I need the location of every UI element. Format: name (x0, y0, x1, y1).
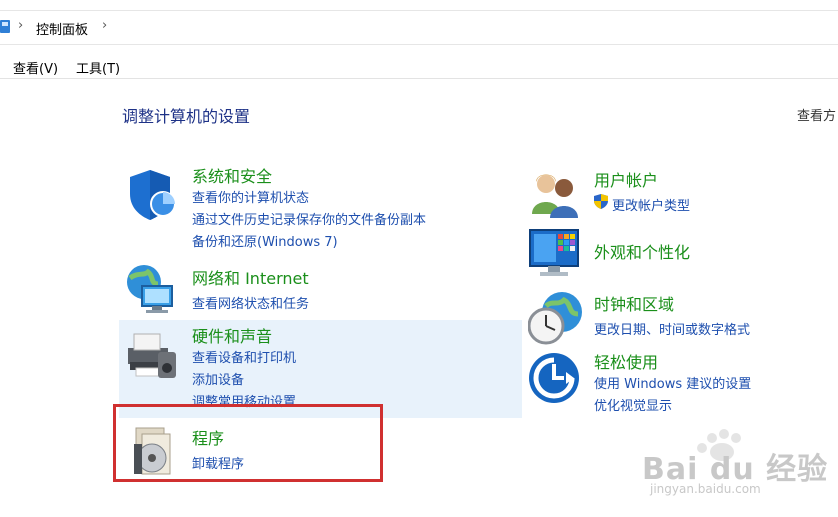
category-title[interactable]: 轻松使用 (594, 349, 658, 373)
category-title[interactable]: 系统和安全 (192, 163, 272, 187)
programs-disc-icon (134, 427, 171, 475)
category-title[interactable]: 网络和 Internet (192, 265, 309, 289)
link-devices-printers[interactable]: 查看设备和打印机 (192, 347, 296, 366)
personalization-monitor-icon (529, 229, 579, 276)
control-panel-icon (0, 20, 10, 33)
link-optimize-visual-display[interactable]: 优化视觉显示 (594, 395, 672, 414)
link-add-device[interactable]: 添加设备 (192, 369, 244, 388)
ease-of-access-icon (529, 353, 579, 403)
link-backup-restore[interactable]: 备份和还原(Windows 7) (192, 231, 338, 250)
link-change-account-type[interactable]: 更改帐户类型 (612, 195, 690, 214)
link-file-history-backup[interactable]: 通过文件历史记录保存你的文件备份副本 (192, 209, 426, 228)
category-title[interactable]: 硬件和声音 (192, 323, 272, 347)
category-title[interactable]: 时钟和区域 (594, 291, 674, 315)
network-globe-icon (127, 265, 173, 313)
address-bar[interactable]: › 控制面板 › (0, 11, 838, 45)
menu-bar: 查看(V) 工具(T) (0, 45, 838, 79)
breadcrumb-control-panel[interactable]: 控制面板 (36, 19, 88, 38)
breadcrumb-chevron-icon[interactable]: › (18, 18, 23, 33)
clock-globe-icon (528, 292, 582, 345)
watermark-url: jingyan.baidu.com (650, 482, 761, 496)
link-date-time-format[interactable]: 更改日期、时间或数字格式 (594, 319, 750, 338)
view-by-label[interactable]: 查看方 (797, 105, 836, 124)
page-title: 调整计算机的设置 (122, 107, 251, 126)
category-title[interactable]: 用户帐户 (594, 167, 658, 191)
uac-shield-icon (594, 194, 608, 209)
link-uninstall-program[interactable]: 卸载程序 (192, 453, 244, 472)
title-strip (0, 0, 838, 11)
link-network-status[interactable]: 查看网络状态和任务 (192, 293, 309, 312)
link-check-computer-status[interactable]: 查看你的计算机状态 (192, 187, 309, 206)
breadcrumb-chevron-icon[interactable]: › (102, 18, 107, 33)
users-icon (532, 174, 578, 218)
security-shield-icon (130, 170, 176, 220)
category-title[interactable]: 程序 (192, 425, 224, 449)
menu-tools[interactable]: 工具(T) (76, 58, 120, 77)
category-title[interactable]: 外观和个性化 (594, 239, 690, 263)
link-windows-recommended[interactable]: 使用 Windows 建议的设置 (594, 373, 751, 392)
printer-icon (128, 333, 176, 378)
menu-view[interactable]: 查看(V) (13, 58, 58, 77)
